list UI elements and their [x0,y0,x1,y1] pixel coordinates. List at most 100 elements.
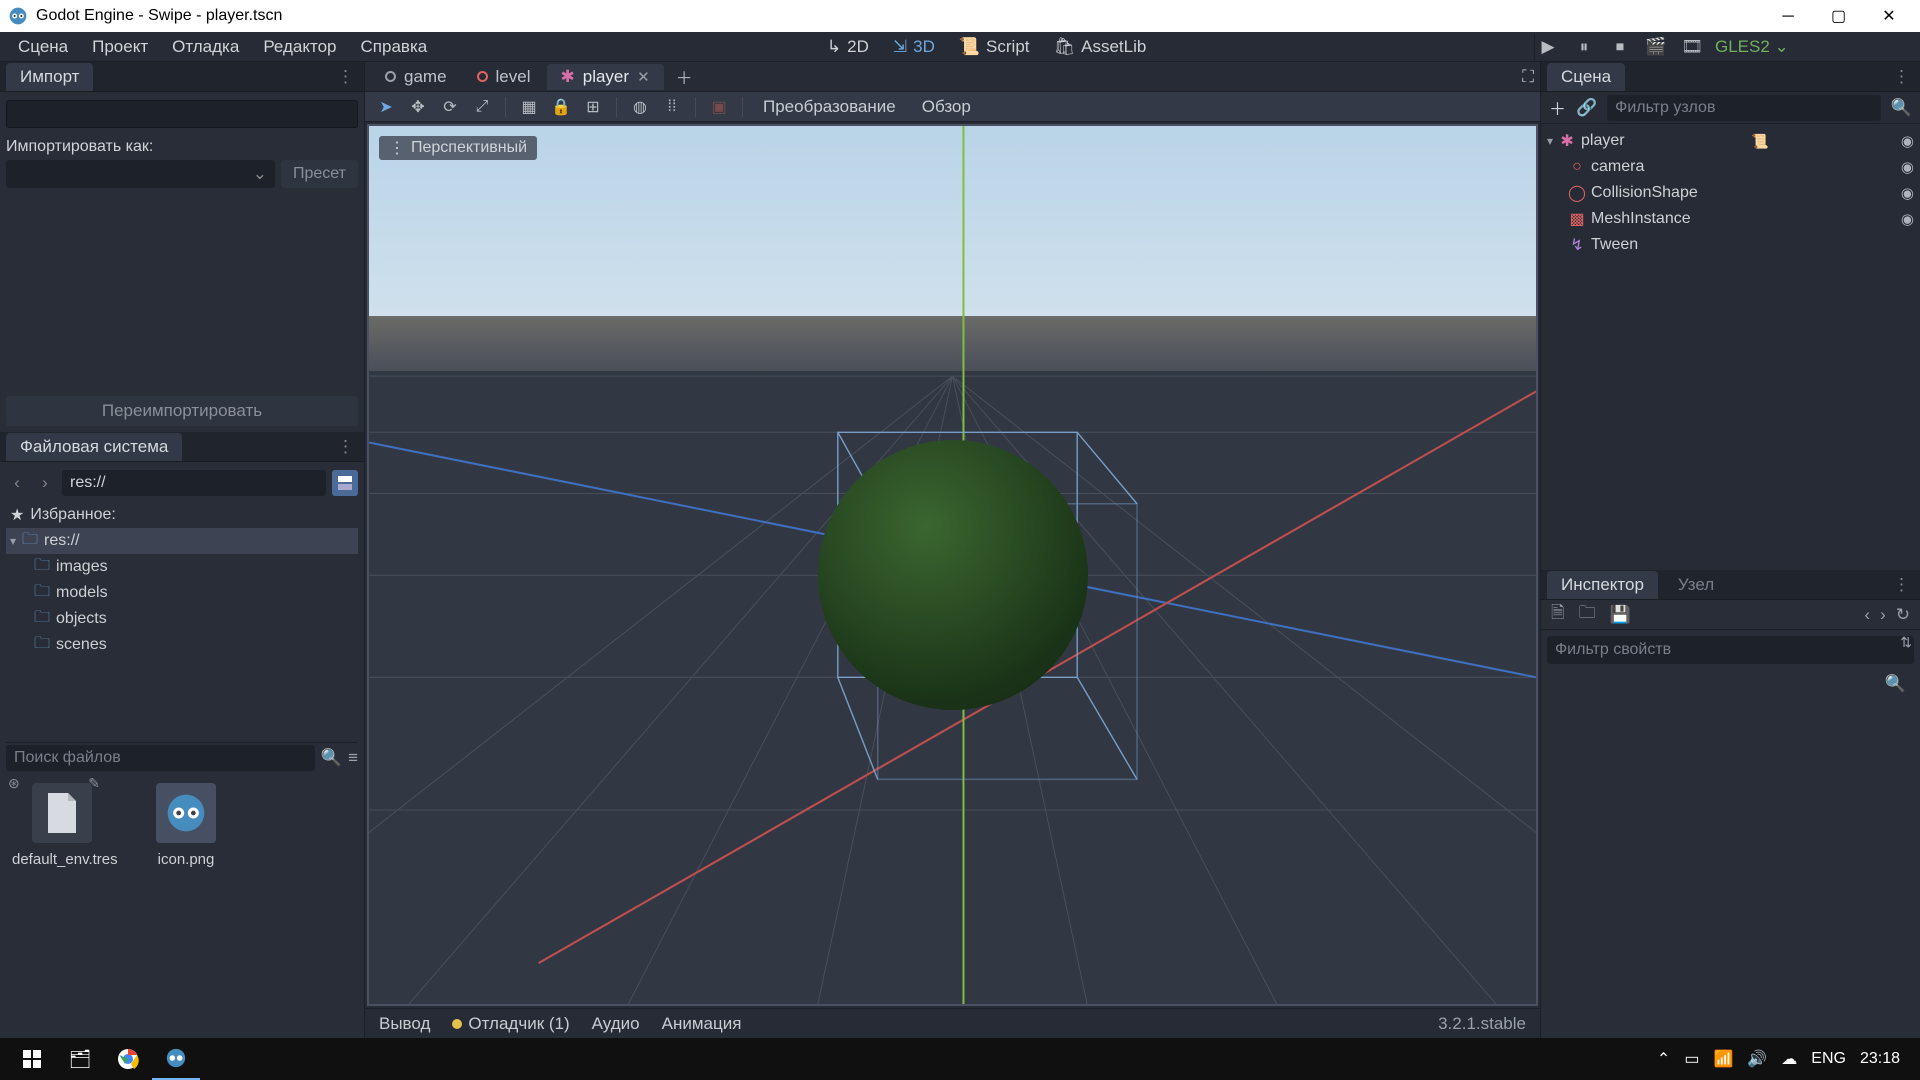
stop-icon[interactable]: ⏹ [1607,34,1633,60]
3d-viewport[interactable]: ⋮Перспективный [367,124,1538,1006]
panel-menu-icon[interactable]: ⋮ [337,67,354,87]
file-icon-png[interactable]: icon.png [136,783,236,868]
battery-icon[interactable]: ▭ [1684,1049,1699,1069]
open-script-icon[interactable]: 📜 [1751,133,1768,150]
scene-tab-level[interactable]: level [463,64,545,90]
add-scene-tab-icon[interactable]: ＋ [666,64,703,89]
distraction-free-icon[interactable]: ⛶ [1522,67,1534,87]
nav-back-icon[interactable]: ‹ [6,473,28,493]
menu-scene[interactable]: Сцена [6,33,80,61]
workspace-script[interactable]: 📜Script [949,34,1040,60]
panel-menu-icon[interactable]: ⋮ [1893,67,1910,87]
import-tab[interactable]: Импорт [6,63,93,91]
close-icon[interactable]: ✕ [1866,6,1912,26]
list-mode-icon[interactable]: ≡ [348,748,358,768]
folder-images[interactable]: 🗀images [6,554,358,580]
play-custom-scene-icon[interactable]: 🎞 [1679,34,1705,60]
inspector-filter-input[interactable]: Фильтр свойств [1547,636,1914,664]
node-tween[interactable]: ↯Tween [1541,232,1920,258]
lock-icon[interactable]: 🔒 [548,94,574,120]
output-tab[interactable]: Вывод [379,1014,430,1034]
history-forward-icon[interactable]: › [1880,605,1886,625]
nav-forward-icon[interactable]: › [34,473,56,493]
scene-tab-game[interactable]: game [371,64,461,90]
workspace-assetlib[interactable]: 🛍AssetLib [1044,34,1157,60]
godot-taskbar-icon[interactable] [152,1038,200,1080]
node-player[interactable]: ▾✱player📜◉ [1541,128,1920,154]
menu-help[interactable]: Справка [349,33,440,61]
wifi-icon[interactable]: 📶 [1713,1049,1733,1069]
filesystem-path[interactable]: res:// [62,470,326,496]
add-node-icon[interactable]: ＋ [1549,95,1566,120]
scene-panel-tab[interactable]: Сцена [1547,63,1625,91]
rotate-tool-icon[interactable]: ⟳ [437,94,463,120]
clock[interactable]: 23:18 [1860,1050,1900,1068]
file-explorer-icon[interactable]: 🗂 [56,1038,104,1080]
audio-tab[interactable]: Аудио [592,1014,640,1034]
instance-scene-icon[interactable]: 🔗 [1576,98,1597,118]
node-camera[interactable]: ○camera◉ [1541,154,1920,180]
import-type-dropdown[interactable]: ⌄ [6,160,275,188]
visibility-icon[interactable]: ◉ [1901,132,1914,150]
pause-icon[interactable]: ⏸ [1571,34,1597,60]
visibility-icon[interactable]: ◉ [1901,184,1914,202]
chrome-icon[interactable] [104,1038,152,1080]
volume-icon[interactable]: 🔊 [1747,1049,1767,1069]
import-resource-field[interactable] [6,100,358,128]
folder-scenes[interactable]: 🗀scenes [6,632,358,658]
node-meshinstance[interactable]: ▩MeshInstance◉ [1541,206,1920,232]
search-icon[interactable]: 🔍 [1885,674,1906,694]
local-coords-icon[interactable]: ▦ [516,94,542,120]
select-tool-icon[interactable]: ➤ [373,94,399,120]
history-icon[interactable]: ↻ [1896,605,1910,625]
transform-menu[interactable]: Преобразование [753,97,906,117]
filesystem-view-toggle[interactable] [332,470,358,496]
language-indicator[interactable]: ENG [1811,1050,1846,1068]
play-icon[interactable]: ▶ [1535,34,1561,60]
node-collisionshape[interactable]: ◯CollisionShape◉ [1541,180,1920,206]
save-resource-icon[interactable]: 💾 [1610,605,1631,625]
menu-editor[interactable]: Редактор [251,33,348,61]
animation-tab[interactable]: Анимация [662,1014,742,1034]
visibility-icon[interactable]: ◉ [1901,210,1914,228]
object-properties-toggle-icon[interactable]: ⇅ [1900,634,1912,651]
play-scene-icon[interactable]: 🎬 [1643,34,1669,60]
inspector-tab[interactable]: Инспектор [1547,571,1658,599]
snap-icon[interactable]: ◍ [627,94,653,120]
preset-button[interactable]: Пресет [281,160,358,188]
move-tool-icon[interactable]: ✥ [405,94,431,120]
snap-settings-icon[interactable]: ⁞⁞ [659,94,685,120]
group-icon[interactable]: ⊞ [580,94,606,120]
reimport-button[interactable]: Переимпортировать [6,396,358,426]
scene-tab-player[interactable]: ✱player✕ [547,64,664,90]
favorites-row[interactable]: ★Избранное: [6,502,358,528]
start-button[interactable] [8,1038,56,1080]
res-root-row[interactable]: ▾🗀res:// [6,528,358,554]
panel-menu-icon[interactable]: ⋮ [337,437,354,457]
filesystem-tab[interactable]: Файловая система [6,433,182,461]
load-resource-icon[interactable]: 🗀 [1579,600,1596,629]
search-icon[interactable]: 🔍 [321,748,342,768]
override-camera-icon[interactable]: ▣ [706,94,732,120]
menu-debug[interactable]: Отладка [160,33,251,61]
workspace-3d[interactable]: ⇲3D [883,34,945,60]
filesystem-search-input[interactable]: Поиск файлов [6,745,315,771]
debugger-tab[interactable]: Отладчик (1) [452,1014,569,1034]
scale-tool-icon[interactable]: ⤢ [469,94,495,120]
file-default-env[interactable]: ⊛✎ default_env.tres [12,783,112,868]
cloud-icon[interactable]: ☁ [1781,1049,1797,1069]
scene-filter-input[interactable]: Фильтр узлов [1607,95,1881,121]
renderer-selector[interactable]: GLES2 ⌄ [1715,37,1789,57]
history-back-icon[interactable]: ‹ [1864,605,1870,625]
visibility-icon[interactable]: ◉ [1901,158,1914,176]
panel-menu-icon[interactable]: ⋮ [1893,575,1910,595]
close-tab-icon[interactable]: ✕ [637,68,650,86]
node-tab[interactable]: Узел [1664,571,1728,599]
search-icon[interactable]: 🔍 [1891,98,1912,118]
folder-objects[interactable]: 🗀objects [6,606,358,632]
menu-project[interactable]: Проект [80,33,160,61]
folder-models[interactable]: 🗀models [6,580,358,606]
view-menu[interactable]: Обзор [912,97,981,117]
perspective-badge[interactable]: ⋮Перспективный [379,136,537,160]
maximize-icon[interactable]: ▢ [1816,6,1862,26]
